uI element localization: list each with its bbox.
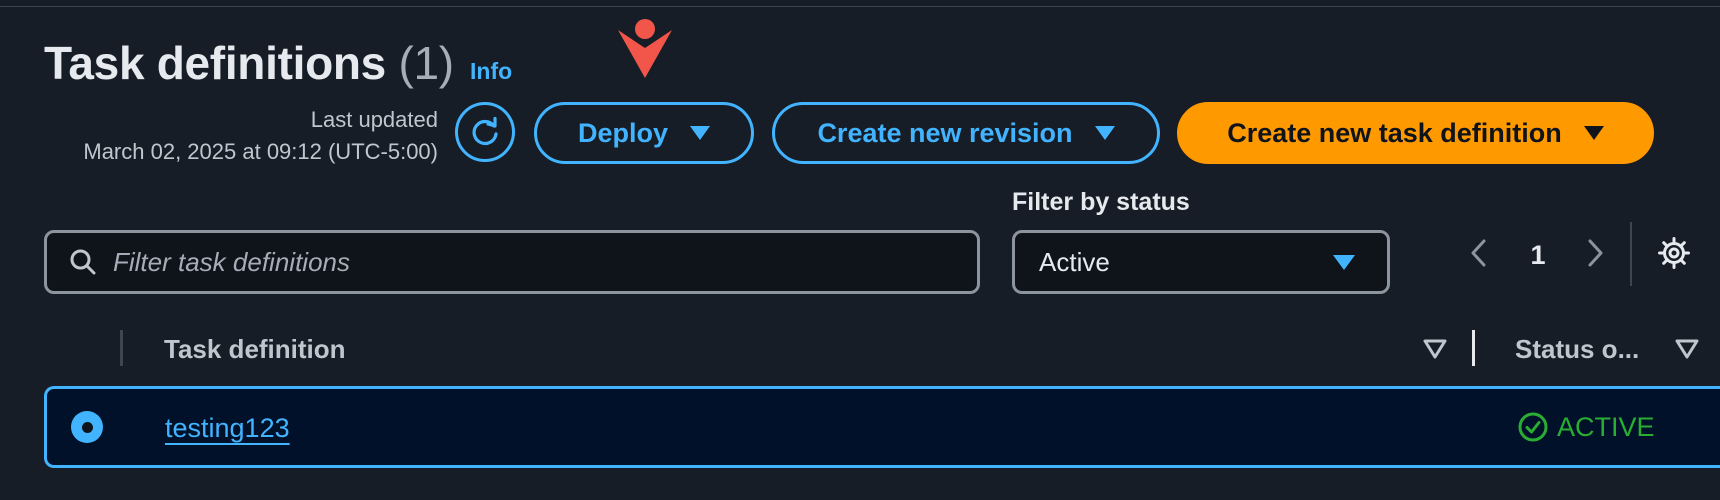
current-page-number[interactable]: 1 bbox=[1526, 240, 1550, 271]
refresh-icon bbox=[468, 115, 502, 149]
task-definition-link[interactable]: testing123 bbox=[165, 413, 290, 444]
table-row[interactable]: testing123 ACTIVE bbox=[44, 386, 1720, 468]
column-resizer[interactable] bbox=[1472, 330, 1475, 366]
page-title-text: Task definitions bbox=[44, 37, 386, 89]
previous-page-button[interactable] bbox=[1466, 236, 1492, 270]
search-input[interactable] bbox=[111, 245, 935, 279]
annotation-arrow-icon bbox=[616, 16, 674, 85]
sort-down-icon[interactable] bbox=[1422, 338, 1448, 365]
top-divider bbox=[0, 6, 1720, 7]
column-separator bbox=[120, 330, 123, 366]
row-select-radio[interactable] bbox=[71, 411, 103, 443]
refresh-button[interactable] bbox=[455, 102, 515, 162]
deploy-button[interactable]: Deploy bbox=[534, 102, 754, 164]
last-updated-label: Last updated bbox=[310, 107, 438, 132]
caret-down-icon bbox=[690, 126, 711, 140]
next-page-button[interactable] bbox=[1582, 236, 1608, 270]
filter-by-status-label: Filter by status bbox=[1012, 188, 1190, 216]
gear-icon bbox=[1657, 236, 1691, 270]
page-title: Task definitions (1) bbox=[44, 36, 454, 90]
pagination-divider bbox=[1630, 222, 1632, 286]
sort-down-icon[interactable] bbox=[1674, 338, 1700, 365]
last-updated-value: March 02, 2025 at 09:12 (UTC-5:00) bbox=[83, 139, 438, 164]
deploy-button-label: Deploy bbox=[577, 117, 669, 148]
column-header-status[interactable]: Status o... bbox=[1515, 334, 1639, 365]
preferences-button[interactable] bbox=[1657, 236, 1691, 270]
chevron-left-icon bbox=[1466, 236, 1492, 270]
page-title-count: (1) bbox=[398, 37, 454, 89]
create-new-task-definition-label: Create new task definition bbox=[1227, 117, 1562, 148]
caret-down-icon bbox=[1583, 126, 1604, 140]
radio-dot bbox=[81, 421, 93, 433]
status-text: ACTIVE bbox=[1557, 411, 1655, 442]
column-header-task-definition[interactable]: Task definition bbox=[164, 334, 346, 365]
last-updated: Last updated March 02, 2025 at 09:12 (UT… bbox=[44, 104, 438, 168]
caret-down-icon bbox=[1094, 126, 1115, 140]
create-new-task-definition-button[interactable]: Create new task definition bbox=[1177, 102, 1654, 164]
status-filter-select[interactable]: Active bbox=[1012, 230, 1390, 294]
create-new-revision-button[interactable]: Create new revision bbox=[772, 102, 1160, 164]
check-circle-icon bbox=[1517, 411, 1549, 443]
info-link[interactable]: Info bbox=[470, 58, 512, 85]
search-icon bbox=[69, 248, 97, 276]
create-new-revision-label: Create new revision bbox=[817, 117, 1073, 148]
caret-down-icon bbox=[1333, 254, 1355, 270]
status-filter-value: Active bbox=[1039, 246, 1110, 277]
chevron-right-icon bbox=[1582, 236, 1608, 270]
status-cell: ACTIVE bbox=[1517, 411, 1655, 443]
search-box bbox=[44, 230, 980, 294]
